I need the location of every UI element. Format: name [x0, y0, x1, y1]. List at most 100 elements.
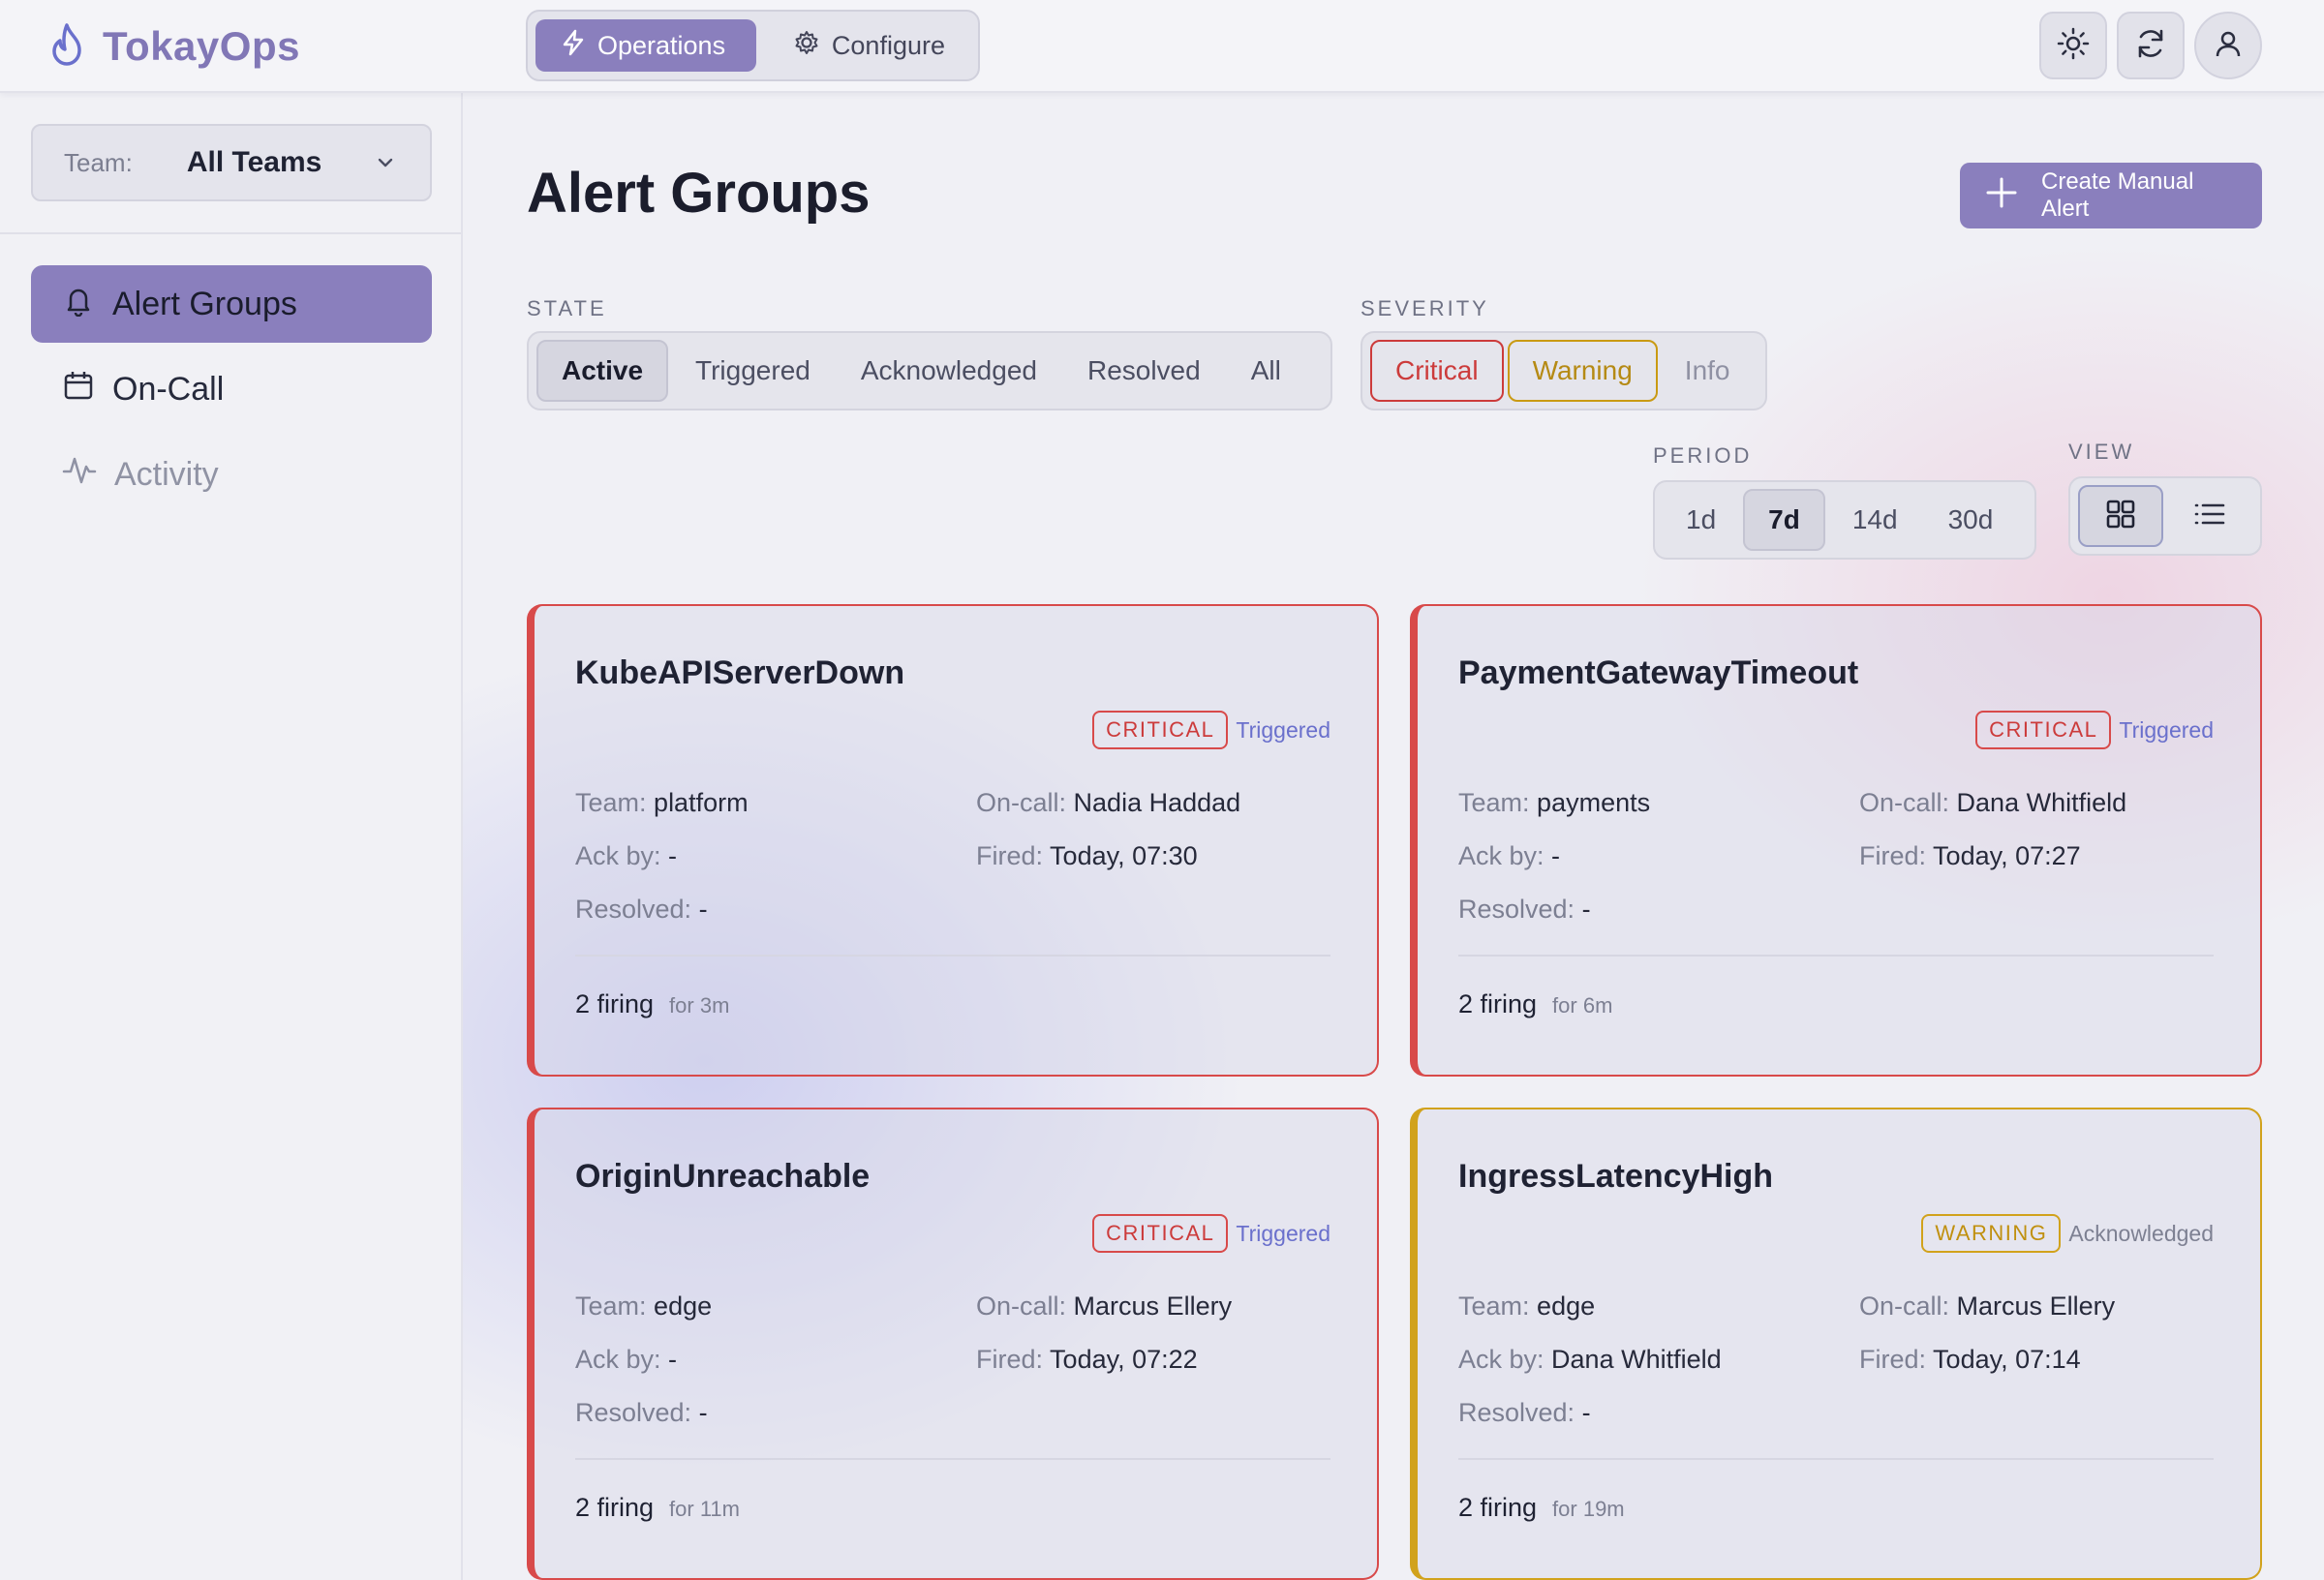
severity-badge: CRITICAL [1092, 711, 1229, 749]
severity-filter-label: SEVERITY [1361, 296, 1489, 320]
alert-group-card[interactable]: IngressLatencyHigh WARNING Acknowledged … [1410, 1108, 2262, 1580]
field-label: On-call: [976, 1291, 1067, 1321]
top-bar: TokayOps Operations Configure [0, 0, 2324, 93]
field-label: On-call: [976, 788, 1067, 817]
list-view-button[interactable] [2167, 485, 2252, 547]
period-option-1d[interactable]: 1d [1663, 489, 1739, 551]
ack-field: Ack by: Dana Whitfield [1458, 1345, 1722, 1375]
resolved-field: Resolved: - [1458, 895, 1591, 925]
field-label: Resolved: [1458, 895, 1575, 924]
oncall-field: On-call: Marcus Ellery [1859, 1291, 2115, 1322]
create-manual-alert-label: Create Manual Alert [2041, 168, 2194, 222]
fired-field: Fired: Today, 07:22 [976, 1345, 1198, 1375]
fired-field: Fired: Today, 07:30 [976, 841, 1198, 871]
sidebar-item-label: Activity [114, 455, 219, 493]
state-option-triggered[interactable]: Triggered [672, 340, 834, 402]
team-field: Team: payments [1458, 788, 1650, 818]
alert-group-badges: WARNING Acknowledged [1921, 1214, 2214, 1253]
user-menu-button[interactable] [2194, 12, 2262, 79]
field-value: - [698, 895, 708, 924]
field-value: edge [1537, 1291, 1596, 1321]
severity-filter: Critical Warning Info [1361, 331, 1767, 410]
field-value: Nadia Haddad [1073, 788, 1241, 817]
field-value: - [668, 841, 678, 870]
card-divider [575, 1458, 1330, 1460]
page-title: Alert Groups [527, 162, 871, 225]
severity-option-info[interactable]: Info [1662, 340, 1754, 402]
team-select-label: Team: [64, 147, 133, 177]
field-label: Fired: [976, 1345, 1044, 1374]
alert-group-card[interactable]: KubeAPIServerDown CRITICAL Triggered Tea… [527, 604, 1379, 1077]
firing-summary: 2 firing for 19m [1458, 1493, 1625, 1523]
activity-icon [62, 454, 97, 496]
mode-switch: Operations Configure [526, 10, 980, 81]
state-option-active[interactable]: Active [536, 340, 669, 402]
sun-icon [2057, 27, 2090, 65]
team-field: Team: edge [1458, 1291, 1595, 1322]
firing-duration: for 19m [1552, 1497, 1625, 1521]
brand[interactable]: TokayOps [48, 19, 300, 74]
alert-group-title: KubeAPIServerDown [575, 654, 905, 691]
sidebar: Team: All Teams Alert Groups On-Call Act… [0, 93, 463, 1580]
state-option-resolved[interactable]: Resolved [1064, 340, 1224, 402]
create-manual-alert-button[interactable]: Create Manual Alert [1960, 163, 2262, 228]
fired-field: Fired: Today, 07:14 [1859, 1345, 2081, 1375]
sidebar-item-on-call[interactable]: On-Call [31, 350, 432, 428]
plus-icon [1985, 176, 2018, 216]
firing-summary: 2 firing for 6m [1458, 989, 1612, 1019]
mode-operations-button[interactable]: Operations [535, 19, 756, 72]
card-divider [1458, 1458, 2214, 1460]
field-value: - [1551, 841, 1561, 870]
period-option-14d[interactable]: 14d [1829, 489, 1921, 551]
alert-group-card[interactable]: OriginUnreachable CRITICAL Triggered Tea… [527, 1108, 1379, 1580]
refresh-icon [2133, 26, 2168, 66]
field-label: Fired: [976, 841, 1044, 870]
theme-toggle-button[interactable] [2039, 12, 2107, 79]
sidebar-item-activity[interactable]: Activity [31, 436, 432, 513]
field-value: Dana Whitfield [1956, 788, 2127, 817]
gear-icon [793, 29, 820, 63]
alert-group-title: PaymentGatewayTimeout [1458, 654, 1859, 691]
period-filter-label: PERIOD [1653, 443, 1753, 468]
field-value: Today, 07:22 [1050, 1345, 1198, 1374]
ack-field: Ack by: - [1458, 841, 1560, 871]
state-badge: Triggered [1236, 1220, 1330, 1246]
refresh-button[interactable] [2117, 12, 2185, 79]
bolt-icon [561, 29, 586, 63]
field-value: Marcus Ellery [1073, 1291, 1233, 1321]
mode-configure-button[interactable]: Configure [768, 19, 970, 72]
field-label: Team: [1458, 1291, 1530, 1321]
user-icon [2213, 28, 2244, 64]
field-label: Team: [1458, 788, 1530, 817]
field-label: Team: [575, 1291, 647, 1321]
view-toggle-label: VIEW [2068, 440, 2135, 464]
period-option-7d[interactable]: 7d [1743, 489, 1825, 551]
ack-field: Ack by: - [575, 841, 677, 871]
field-label: On-call: [1859, 1291, 1950, 1321]
field-label: Resolved: [575, 895, 692, 924]
state-filter-label: STATE [527, 296, 607, 320]
sidebar-item-alert-groups[interactable]: Alert Groups [31, 265, 432, 343]
field-value: Marcus Ellery [1956, 1291, 2116, 1321]
field-label: Ack by: [575, 1345, 661, 1374]
mode-configure-label: Configure [831, 30, 945, 60]
alert-group-card[interactable]: PaymentGatewayTimeout CRITICAL Triggered… [1410, 604, 2262, 1077]
field-value: edge [654, 1291, 713, 1321]
severity-option-critical[interactable]: Critical [1370, 340, 1504, 402]
firing-count: 2 firing [575, 1493, 655, 1522]
grid-view-button[interactable] [2078, 485, 2163, 547]
severity-badge: WARNING [1921, 1214, 2062, 1253]
main-content: Alert Groups Create Manual Alert STATE A… [463, 93, 2324, 1580]
view-toggle [2068, 476, 2262, 556]
field-value: - [1581, 895, 1591, 924]
severity-option-warning[interactable]: Warning [1507, 340, 1658, 402]
alert-group-badges: CRITICAL Triggered [1092, 711, 1330, 749]
state-option-acknowledged[interactable]: Acknowledged [838, 340, 1060, 402]
team-select[interactable]: Team: All Teams [31, 124, 432, 201]
field-label: Ack by: [1458, 841, 1544, 870]
period-option-30d[interactable]: 30d [1925, 489, 2017, 551]
fired-field: Fired: Today, 07:27 [1859, 841, 2081, 871]
field-label: Fired: [1859, 1345, 1927, 1374]
state-option-all[interactable]: All [1228, 340, 1304, 402]
severity-badge: CRITICAL [1975, 711, 2112, 749]
